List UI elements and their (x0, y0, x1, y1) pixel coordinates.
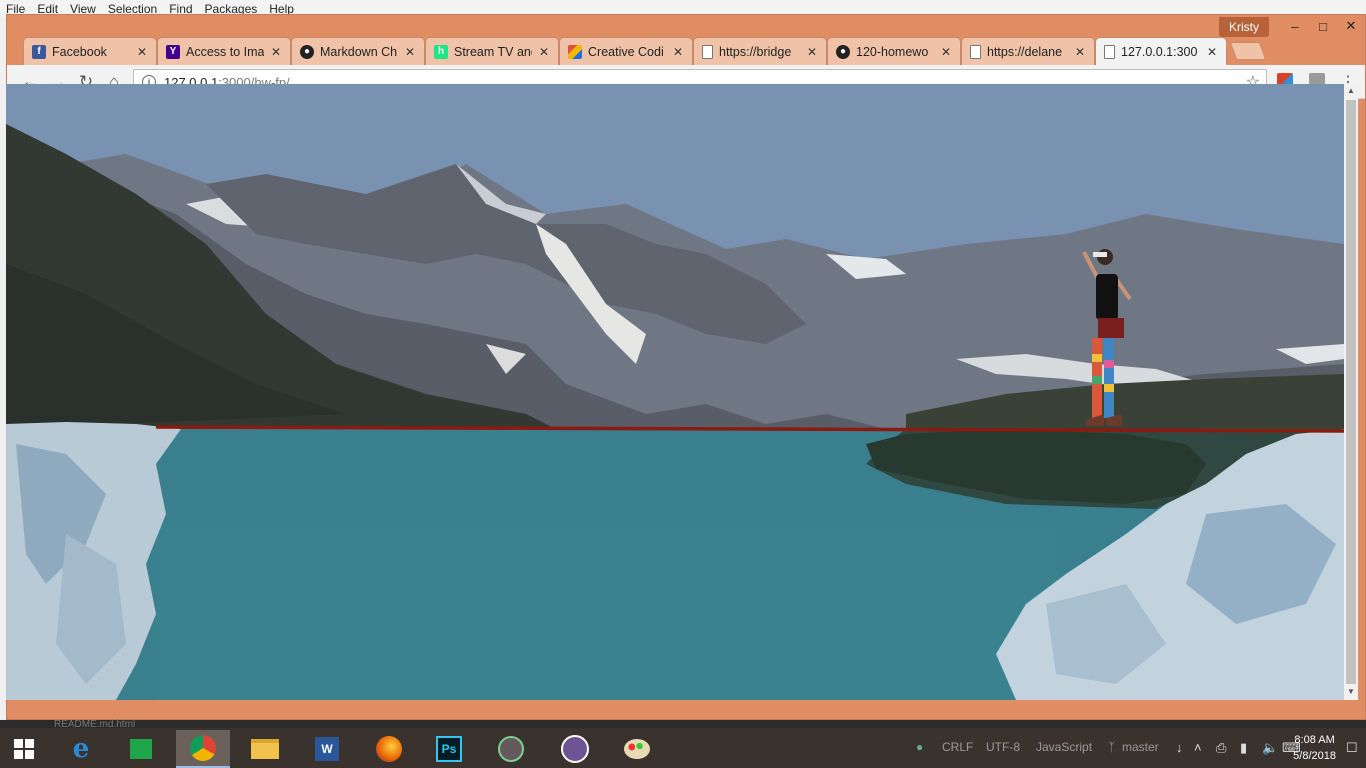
tab-title: Access to Ima (186, 44, 264, 59)
tab-title: https://bridge (719, 44, 792, 59)
page-icon (1104, 44, 1115, 59)
creative-coding-icon (568, 44, 582, 59)
mountain-lake-scene (6, 84, 1344, 700)
tab-close-icon[interactable]: ✕ (940, 45, 952, 59)
tab-localhost-active[interactable]: 127.0.0.1:300 ✕ (1095, 37, 1227, 65)
tab-title: Facebook (52, 44, 107, 59)
tray-expand-icon[interactable]: ˄ (1194, 740, 1202, 755)
tab-title: Stream TV and (454, 44, 532, 59)
line-ending-indicator[interactable]: CRLF (942, 740, 973, 754)
tab-strip: f Facebook ✕ Y Access to Ima ✕ ● Markdow… (23, 35, 1267, 65)
scrollbar-thumb[interactable] (1346, 100, 1356, 684)
chrome-icon[interactable] (176, 730, 230, 768)
battery-icon[interactable]: ▮ (1240, 740, 1247, 756)
clock-date: 5/8/2018 (1293, 750, 1336, 762)
tab-access-to-images[interactable]: Y Access to Ima ✕ (157, 37, 291, 65)
tab-title: https://delane (987, 44, 1063, 59)
tab-hulu[interactable]: h Stream TV and ✕ (425, 37, 559, 65)
profile-button[interactable]: Kristy (1219, 17, 1269, 37)
system-clock[interactable]: 8:08 AM 5/8/2018 (1293, 732, 1336, 764)
page-canvas (6, 84, 1344, 700)
minimize-button[interactable]: – (1281, 15, 1309, 37)
new-tab-button[interactable] (1229, 42, 1267, 60)
window-controls: – □ ✕ (1281, 15, 1365, 37)
tab-close-icon[interactable]: ✕ (672, 45, 684, 59)
volume-icon[interactable]: 🔈 (1262, 740, 1278, 756)
file-explorer-icon[interactable] (238, 730, 292, 768)
firefox-icon[interactable] (362, 730, 416, 768)
page-icon (970, 44, 981, 59)
github-icon: ● (300, 44, 314, 59)
close-window-button[interactable]: ✕ (1337, 15, 1365, 37)
fetch-down-icon[interactable]: ↓ (1176, 740, 1183, 755)
encoding-indicator[interactable]: UTF-8 (986, 740, 1020, 754)
tab-title: Markdown Ch (320, 44, 398, 59)
word-icon[interactable]: W (300, 730, 354, 768)
store-icon[interactable] (114, 730, 168, 768)
tab-close-icon[interactable]: ✕ (806, 45, 818, 59)
hulu-icon: h (434, 44, 448, 59)
tab-close-icon[interactable]: ✕ (270, 45, 282, 59)
internet-explorer-icon[interactable]: e (54, 730, 108, 768)
tab-close-icon[interactable]: ✕ (538, 45, 550, 59)
tab-title: Creative Codi (588, 44, 664, 59)
tab-close-icon[interactable]: ✕ (136, 45, 148, 59)
notifications-icon[interactable]: ☐ (1346, 740, 1358, 756)
windows-taskbar: e W Ps ● CRLF UTF-8 JavaScript ᛉ master … (0, 728, 1366, 768)
tab-title: 120-homewo (856, 44, 929, 59)
tab-creative-coding[interactable]: Creative Codi ✕ (559, 37, 693, 65)
tab-close-icon[interactable]: ✕ (1206, 45, 1218, 59)
photoshop-icon[interactable]: Ps (422, 730, 476, 768)
atom-icon[interactable] (484, 730, 538, 768)
clock-time: 8:08 AM (1294, 734, 1335, 746)
scroll-up-icon[interactable]: ▲ (1346, 86, 1356, 98)
tab-120-homework[interactable]: ● 120-homewo ✕ (827, 37, 961, 65)
tab-bridge[interactable]: https://bridge ✕ (693, 37, 827, 65)
tab-delaney[interactable]: https://delane ✕ (961, 37, 1095, 65)
tab-facebook[interactable]: f Facebook ✕ (23, 37, 157, 65)
git-branch-icon: ᛉ (1108, 740, 1116, 754)
yahoo-icon: Y (166, 44, 180, 59)
page-scrollbar[interactable]: ▲ ▼ (1344, 84, 1358, 700)
status-dot-icon: ● (916, 740, 924, 754)
github-desktop-icon[interactable] (548, 730, 602, 768)
facebook-icon: f (32, 44, 46, 59)
windows-start-icon[interactable] (0, 730, 48, 768)
git-branch-indicator[interactable]: master (1122, 740, 1159, 754)
grammar-indicator[interactable]: JavaScript (1036, 740, 1092, 754)
tab-markdown-cheatsheet[interactable]: ● Markdown Ch ✕ (291, 37, 425, 65)
page-icon (702, 44, 713, 59)
github-icon: ● (836, 44, 850, 59)
scroll-down-icon[interactable]: ▼ (1346, 687, 1356, 699)
tab-title: 127.0.0.1:300 (1121, 44, 1198, 59)
tab-close-icon[interactable]: ✕ (1074, 45, 1086, 59)
paint-icon[interactable] (610, 730, 664, 768)
tab-close-icon[interactable]: ✕ (404, 45, 416, 59)
maximize-button[interactable]: □ (1309, 15, 1337, 37)
printer-icon[interactable]: ⎙ (1216, 740, 1226, 756)
